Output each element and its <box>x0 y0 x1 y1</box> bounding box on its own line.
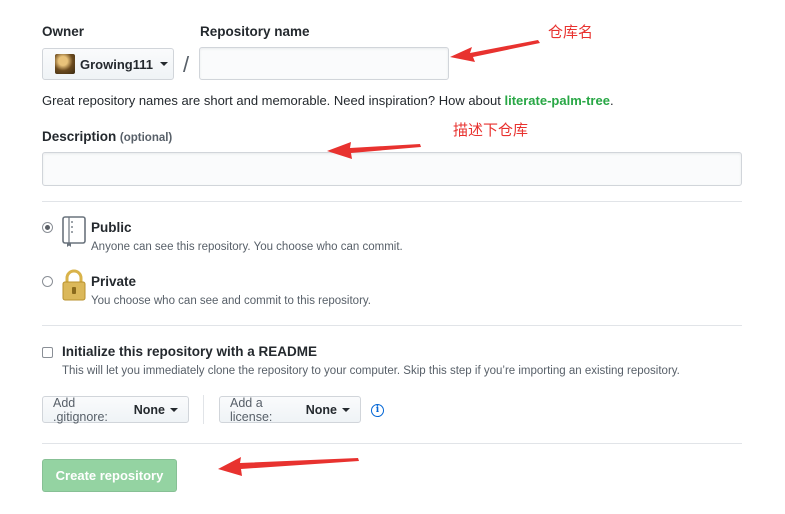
annotation-arrows <box>218 40 540 476</box>
red-arrow-annotation <box>218 457 359 476</box>
red-arrow-annotation <box>450 40 540 62</box>
red-arrow-annotation <box>327 142 421 159</box>
